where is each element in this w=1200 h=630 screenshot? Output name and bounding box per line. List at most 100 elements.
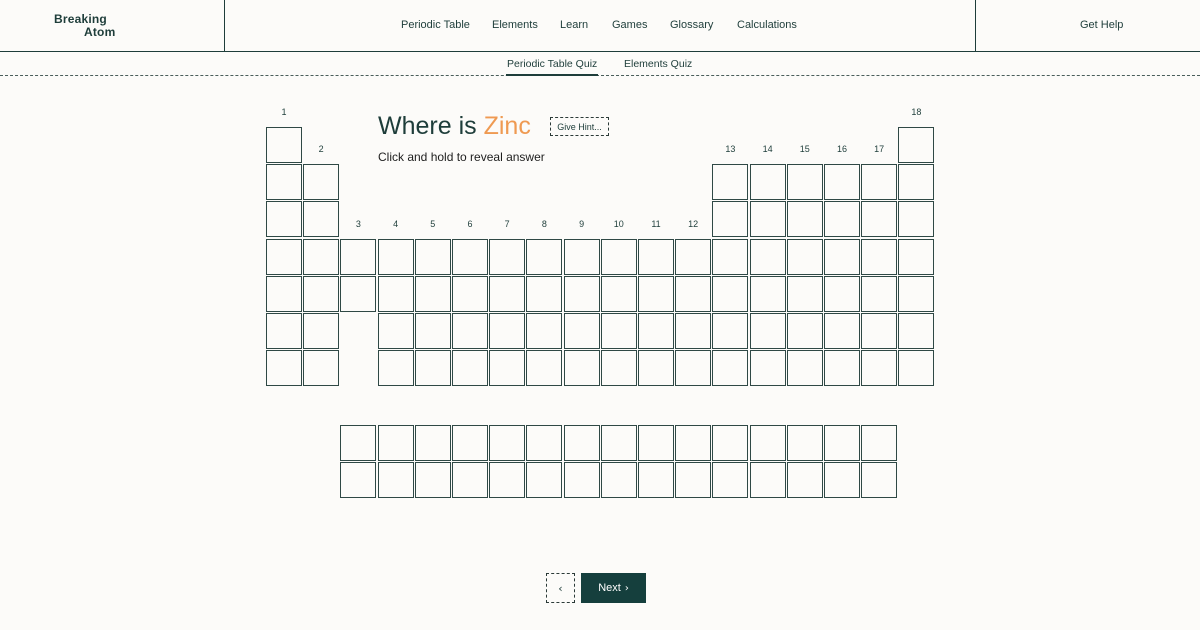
element-cell[interactable] [824,313,860,349]
element-cell[interactable] [414,238,451,275]
previous-button[interactable]: ‹ [546,573,575,603]
element-cell[interactable] [303,313,340,349]
element-cell[interactable] [600,313,637,349]
element-cell[interactable] [786,201,823,238]
element-cell[interactable] [303,164,340,201]
element-cell[interactable] [675,275,712,312]
f-block-element-cell[interactable] [824,425,860,461]
element-cell[interactable] [712,164,749,201]
f-block-element-cell[interactable] [712,425,749,461]
element-cell[interactable] [824,350,860,387]
element-cell[interactable] [414,313,451,349]
element-cell[interactable] [712,313,749,349]
element-cell[interactable] [638,313,674,349]
element-cell[interactable] [377,275,414,312]
element-cell[interactable] [266,164,302,201]
tab-periodic-table-quiz[interactable]: Periodic Table Quiz [505,58,599,76]
element-cell[interactable] [898,201,935,238]
element-cell[interactable] [489,313,526,349]
element-cell[interactable] [489,350,526,387]
f-block-element-cell[interactable] [786,425,823,461]
element-cell[interactable] [712,350,749,387]
f-block-element-cell[interactable] [712,462,749,499]
element-cell[interactable] [861,238,898,275]
element-cell[interactable] [749,275,786,312]
f-block-element-cell[interactable] [638,462,674,499]
element-cell[interactable] [600,238,637,275]
element-cell[interactable] [452,238,488,275]
element-cell[interactable] [638,238,674,275]
get-help-link[interactable]: Get Help [1080,19,1123,31]
element-cell[interactable] [489,238,526,275]
element-cell[interactable] [786,164,823,201]
f-block-element-cell[interactable] [340,462,377,499]
element-cell[interactable] [824,201,860,238]
element-cell[interactable] [786,313,823,349]
element-cell[interactable] [266,238,302,275]
tab-elements-quiz[interactable]: Elements Quiz [624,58,692,70]
f-block-element-cell[interactable] [638,425,674,461]
f-block-element-cell[interactable] [563,425,600,461]
element-cell[interactable] [898,238,935,275]
element-cell[interactable] [563,313,600,349]
f-block-element-cell[interactable] [377,462,414,499]
nav-elements[interactable]: Elements [492,19,538,31]
element-cell[interactable] [452,350,488,387]
element-cell[interactable] [861,313,898,349]
element-cell[interactable] [786,238,823,275]
f-block-element-cell[interactable] [414,425,451,461]
nav-periodic-table[interactable]: Periodic Table [401,19,470,31]
element-cell[interactable] [786,275,823,312]
element-cell[interactable] [377,313,414,349]
element-cell[interactable] [563,350,600,387]
f-block-element-cell[interactable] [414,462,451,499]
element-cell[interactable] [712,275,749,312]
element-cell[interactable] [452,313,488,349]
element-cell[interactable] [712,238,749,275]
element-cell[interactable] [749,313,786,349]
f-block-element-cell[interactable] [675,462,712,499]
element-cell[interactable] [675,350,712,387]
next-button[interactable]: Next › [581,573,646,603]
element-cell[interactable] [712,201,749,238]
element-cell[interactable] [786,350,823,387]
element-cell[interactable] [414,350,451,387]
nav-calculations[interactable]: Calculations [737,19,797,31]
f-block-element-cell[interactable] [377,425,414,461]
element-cell[interactable] [303,238,340,275]
element-cell[interactable] [749,164,786,201]
f-block-element-cell[interactable] [749,425,786,461]
element-cell[interactable] [266,201,302,238]
element-cell[interactable] [266,127,302,163]
element-cell[interactable] [749,350,786,387]
nav-learn[interactable]: Learn [560,19,588,31]
f-block-element-cell[interactable] [489,462,526,499]
element-cell[interactable] [898,350,935,387]
element-cell[interactable] [861,350,898,387]
f-block-element-cell[interactable] [861,462,898,499]
f-block-element-cell[interactable] [340,425,377,461]
element-cell[interactable] [526,313,563,349]
element-cell[interactable] [563,238,600,275]
element-cell[interactable] [638,350,674,387]
f-block-element-cell[interactable] [526,462,563,499]
element-cell[interactable] [861,201,898,238]
f-block-element-cell[interactable] [600,425,637,461]
element-cell[interactable] [638,275,674,312]
f-block-element-cell[interactable] [526,425,563,461]
element-cell[interactable] [377,238,414,275]
element-cell[interactable] [452,275,488,312]
element-cell[interactable] [526,238,563,275]
element-cell[interactable] [749,238,786,275]
f-block-element-cell[interactable] [861,425,898,461]
element-cell[interactable] [898,164,935,201]
element-cell[interactable] [489,275,526,312]
element-cell[interactable] [303,201,340,238]
element-cell[interactable] [340,238,377,275]
nav-games[interactable]: Games [612,19,647,31]
element-cell[interactable] [861,275,898,312]
element-cell[interactable] [526,275,563,312]
element-cell[interactable] [824,164,860,201]
element-cell[interactable] [303,275,340,312]
element-cell[interactable] [749,201,786,238]
